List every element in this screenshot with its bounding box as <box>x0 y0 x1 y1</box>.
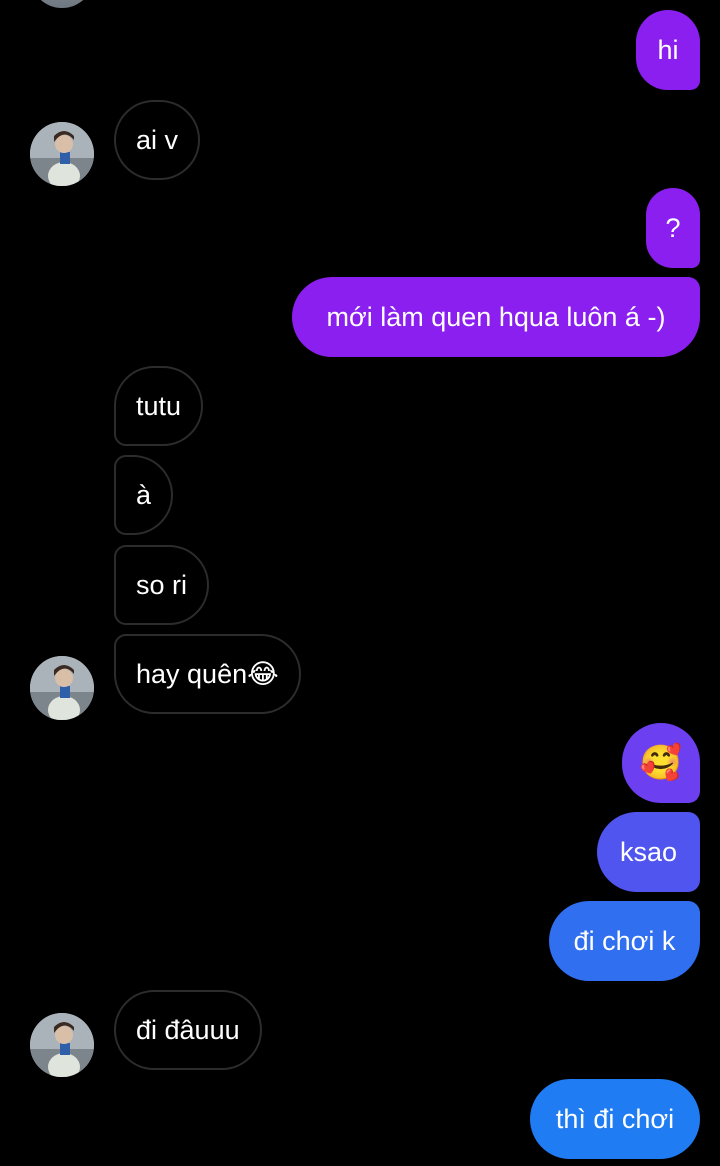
message-outgoing[interactable]: ksao <box>597 812 700 892</box>
contact-avatar[interactable] <box>30 1013 94 1077</box>
message-outgoing[interactable]: mới làm quen hqua luôn á -) <box>292 277 700 357</box>
message-outgoing[interactable]: hi <box>636 10 700 90</box>
avatar-photo-icon <box>30 122 94 186</box>
message-outgoing[interactable]: thì đi chơi <box>530 1079 700 1159</box>
message-text: ? <box>665 212 681 243</box>
message-outgoing[interactable]: đi chơi k <box>549 901 700 981</box>
message-text: mới làm quen hqua luôn á -) <box>326 301 666 332</box>
message-outgoing[interactable]: ? <box>646 188 700 268</box>
message-text: hay quên <box>136 658 248 689</box>
message-text: thì đi chơi <box>555 1103 675 1134</box>
tears-of-joy-emoji-icon: 😂 <box>247 658 279 689</box>
message-text: đi đâuuu <box>136 1014 240 1045</box>
message-text: à <box>136 479 152 510</box>
contact-avatar[interactable] <box>30 656 94 720</box>
message-incoming[interactable]: đi đâuuu <box>114 990 262 1070</box>
message-text: ksao <box>619 836 678 867</box>
message-incoming[interactable]: hay quên 😂 <box>114 634 301 714</box>
avatar-photo-icon <box>30 1013 94 1077</box>
message-incoming[interactable]: so ri <box>114 545 210 625</box>
message-text: tutu <box>136 390 182 421</box>
message-text: đi chơi k <box>573 925 676 956</box>
message-text: hi <box>657 34 679 65</box>
contact-avatar[interactable] <box>30 122 94 186</box>
smiling-face-with-hearts-emoji-icon: 🥰 <box>639 744 683 782</box>
avatar-partial <box>30 0 94 8</box>
message-incoming[interactable]: à <box>114 455 174 535</box>
message-text: ai v <box>136 124 179 155</box>
message-text: so ri <box>136 569 188 600</box>
message-thread[interactable]: hi ai v ? mới làm quen hqua luôn á -) tu… <box>0 0 720 1166</box>
message-incoming[interactable]: ai v <box>114 100 201 180</box>
message-outgoing[interactable]: 🥰 <box>622 723 700 803</box>
avatar-photo-icon <box>30 656 94 720</box>
message-incoming[interactable]: tutu <box>114 366 204 446</box>
